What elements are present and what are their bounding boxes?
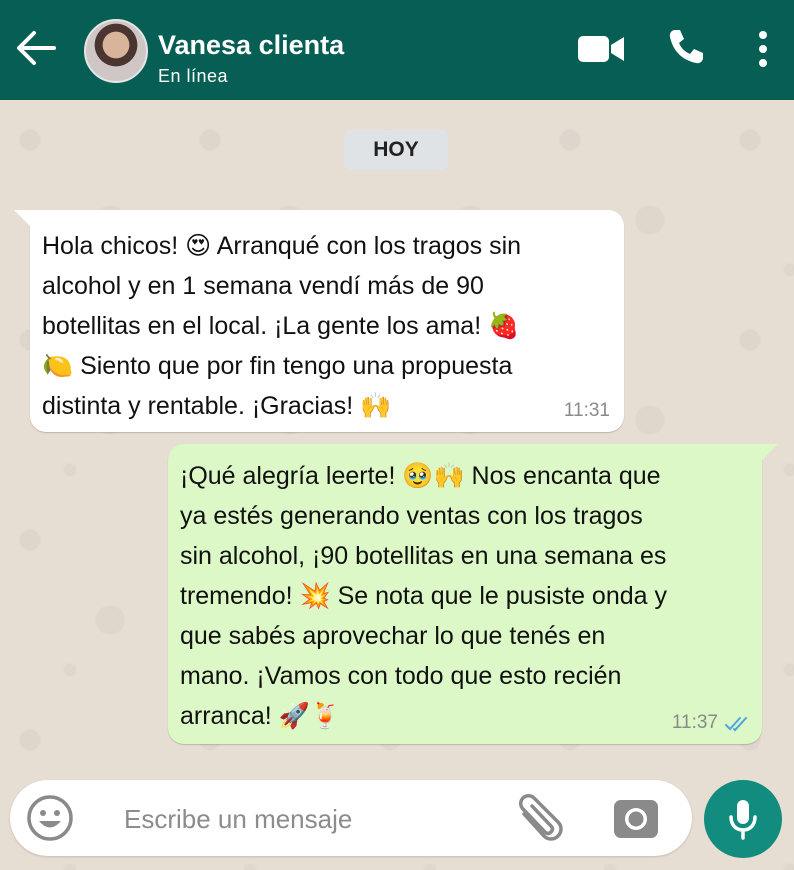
- arrow-left-icon[interactable]: [12, 28, 58, 68]
- phone-icon[interactable]: [666, 27, 706, 67]
- chat-header: Vanesa clienta En línea: [0, 0, 794, 100]
- more-vertical-icon[interactable]: [755, 30, 771, 68]
- message-text: Hola chicos! 😍 Arranqué con los tragos s…: [42, 232, 522, 420]
- paperclip-icon[interactable]: [510, 794, 566, 844]
- date-badge: HOY: [344, 130, 448, 170]
- message-text: ¡Qué alegría leerte! 🥹🙌 Nos encanta que …: [180, 462, 667, 730]
- microphone-icon: [729, 800, 757, 840]
- message-outgoing[interactable]: ¡Qué alegría leerte! 🥹🙌 Nos encanta que …: [168, 444, 778, 744]
- video-camera-icon[interactable]: [578, 33, 624, 65]
- message-input[interactable]: [122, 798, 506, 840]
- message-composer: [10, 780, 692, 856]
- message-time: 11:31: [563, 400, 610, 421]
- emoji-icon[interactable]: [26, 794, 74, 842]
- contact-name[interactable]: Vanesa clienta: [158, 30, 344, 61]
- double-check-read-icon: [725, 717, 747, 732]
- message-time: 11:37: [671, 712, 718, 733]
- contact-status: En línea: [158, 66, 229, 86]
- avatar[interactable]: [84, 19, 148, 83]
- microphone-button[interactable]: [704, 780, 782, 858]
- message-incoming[interactable]: Hola chicos! 😍 Arranqué con los tragos s…: [14, 210, 624, 432]
- camera-icon[interactable]: [612, 796, 660, 840]
